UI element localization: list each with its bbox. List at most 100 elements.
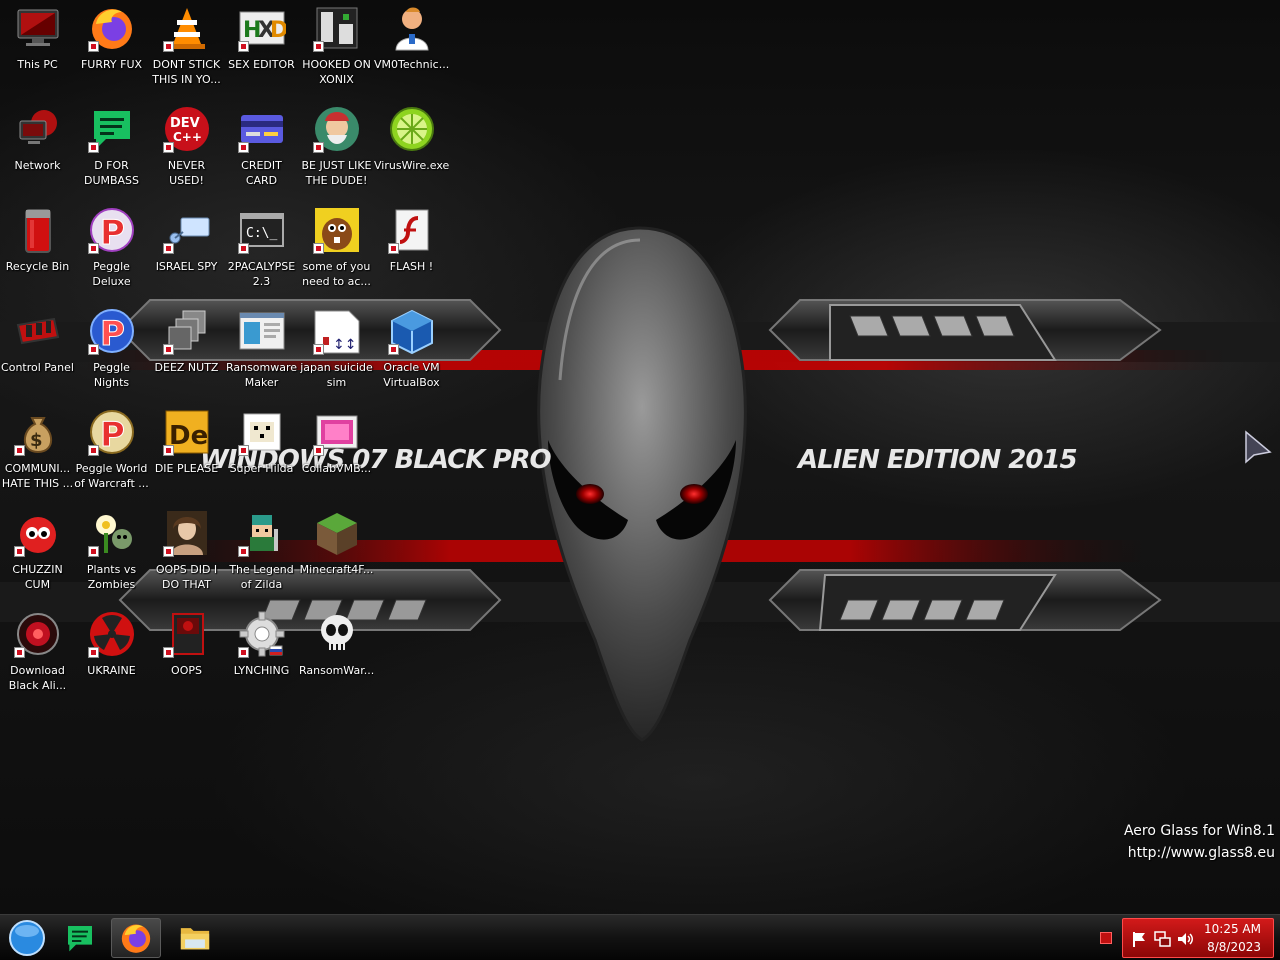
recycle-bin-icon [14,206,62,254]
desktop-icon-label: LYNCHING [233,664,290,677]
portrait-painting-icon [162,509,211,557]
desktop-icon-japan-suicide-sim[interactable]: ↕↕ japan suicide sim [299,303,374,403]
desktop-icon-deez-nutz[interactable]: DEEZ NUTZ [149,303,224,403]
desktop-icon-minecraft[interactable]: Minecraft4F... [299,505,374,605]
vlc-cone-icon [162,4,211,52]
desktop-icon-recycle-bin[interactable]: Recycle Bin [0,202,75,302]
folder-icon [180,928,210,950]
desktop-icon-oracle-vm-virtualbox[interactable]: Oracle VM VirtualBox [374,303,449,403]
desktop-icon-oops-did-i-do-that[interactable]: OOPS DID I DO THAT [149,505,224,605]
shortcut-arrow-icon [87,546,99,557]
desktop-icon-label: UKRAINE [87,664,136,677]
desktop-icon-be-just-like-the-dude[interactable]: BE JUST LIKE THE DUDE! [299,101,374,201]
desktop-icon-label: CREDIT CARD CHECKER [241,159,282,187]
desktop-icon-label: The Legend of Zilda [229,563,294,591]
shortcut-arrow-icon [162,344,174,355]
desktop-icon-ukraine[interactable]: UKRAINE [74,606,149,706]
doctor-person-icon [388,4,436,52]
clock-time[interactable]: 10:25 AM [1181,922,1261,936]
desktop-icon-label: BE JUST LIKE THE DUDE! [301,159,372,187]
desktop-icon-some-of-you[interactable]: some of you need to ac... [299,202,374,302]
desktop-icon-label: Network [14,159,61,172]
svg-text:C:\_: C:\_ [246,226,277,241]
shortcut-arrow-icon [162,41,174,52]
desktop-icon-label: Ransomware Maker Build... [225,361,298,389]
flag-icon[interactable] [1130,930,1148,948]
desktop-icon-flash[interactable]: FLASH ! [374,202,449,302]
desktop-icon-credit-card-checker[interactable]: CREDIT CARD CHECKER [224,101,299,201]
console-window-icon: C:\_ [237,206,286,254]
shortcut-arrow-icon [162,243,174,254]
desktop-icon-oops[interactable]: OOPS [149,606,224,706]
desktop-icon-plants-vs-zombies[interactable]: Plants vs Zombies [74,505,149,605]
desktop-icon-label: D FOR DUMBASS [83,159,140,187]
desktop-icon-label: FLASH ! [389,260,434,273]
desktop-icon-label: Plants vs Zombies [86,563,137,591]
network-icon [14,105,62,153]
desktop-icon-super-hilda[interactable]: Super Hilda [224,404,299,504]
beaver-character-icon [312,206,361,254]
desktop-icon-network[interactable]: Network [0,101,75,201]
desktop-icon-peggle-nights[interactable]: P Peggle Nights Deluxe [74,303,149,403]
shortcut-arrow-icon [237,243,249,254]
shortcut-arrow-icon [87,243,99,254]
taskbar-chat-app[interactable] [55,918,105,958]
clock-date[interactable]: 8/8/2023 [1181,940,1261,954]
desktop-icon-ransomware-maker[interactable]: Ransomware Maker Build... [224,303,299,403]
desktop[interactable]: WINDOWS 07 BLACK PRO ALIEN EDITION 2015 … [0,0,1280,914]
desktop-icon-this-pc[interactable]: This PC [0,0,75,100]
document-arrows-icon: ↕↕ [312,307,361,355]
desktop-icon-die-please[interactable]: De DIE PLEASE [149,404,224,504]
desktop-icon-peggle-deluxe[interactable]: P Peggle Deluxe [74,202,149,302]
desktop-icon-vm0technic[interactable]: VM0Technic... [374,0,449,100]
shortcut-arrow-icon [87,142,99,153]
desktop-icon-furry-fux[interactable]: FURRY FUX [74,0,149,100]
desktop-icon-label: VirusWire.exe [374,159,449,172]
desktop-icon-hooked-on-xonix[interactable]: HOOKED ON XONIX [299,0,374,100]
shortcut-arrow-icon [87,41,99,52]
desktop-icon-label: Peggle Deluxe [92,260,131,288]
desktop-icon-collabvm[interactable]: CollabVMB... [299,404,374,504]
tray-notification-indicator[interactable] [1100,932,1112,944]
control-panel-icon [14,307,62,355]
shortcut-arrow-icon [237,142,249,153]
desktop-icon-label: Minecraft4F... [299,563,374,576]
shortcut-arrow-icon [162,647,174,658]
shortcut-arrow-icon [237,546,249,557]
desktop-icon-dont-stick[interactable]: DONT STICK THIS IN YO... [149,0,224,100]
money-bag-icon: $ [13,408,62,456]
red-book-icon [162,610,211,658]
desktop-icon-d-for-dumbass[interactable]: D FOR DUMBASS [74,101,149,201]
skull-icon [313,610,361,658]
desktop-icon-ransomwar[interactable]: RansomWar... [299,606,374,706]
desktop-icon-control-panel[interactable]: Control Panel [0,303,75,403]
gear-hands-icon [237,610,286,658]
start-orb-icon [9,920,45,956]
taskbar-file-explorer[interactable] [170,918,220,958]
desktop-icon-sex-editor[interactable]: HXD SEX EDITOR [224,0,299,100]
desktop-icon-label: Control Panel [1,361,74,374]
desktop-icon-label: FURRY FUX [80,58,143,71]
desktop-icon-viruswire[interactable]: VirusWire.exe [374,101,449,201]
system-tray: 10:25 AM 8/8/2023 [1122,918,1274,958]
shortcut-arrow-icon [13,647,25,658]
desktop-icon-label: OOPS [171,664,202,677]
desktop-icon-label: VM0Technic... [374,58,449,71]
desktop-icon-download-black-alien[interactable]: Download Black Ali... [0,606,75,706]
desktop-icon-never-used[interactable]: DEV C++ NEVER USED! [149,101,224,201]
desktop-icon-communi[interactable]: $ COMMUNI... HATE THIS ... [0,404,75,504]
green-chat-icon [87,105,136,153]
desktop-icon-chuzzin-cum[interactable]: CHUZZIN CUM [0,505,75,605]
network-icon[interactable] [1153,930,1171,948]
shortcut-arrow-icon [237,41,249,52]
desktop-icon-label: some of you need to ac... [302,260,371,288]
svg-text:D: D [270,18,286,43]
desktop-icon-legend-of-zilda[interactable]: The Legend of Zilda [224,505,299,605]
desktop-icon-israel-spy[interactable]: ISRAEL SPY [149,202,224,302]
start-button[interactable] [2,918,52,958]
desktop-icon-2pacalypse[interactable]: C:\_ 2PACALYPSE 2.3 [224,202,299,302]
desktop-icon-peggle-world-of-warcraft[interactable]: P Peggle World of Warcraft ... [74,404,149,504]
chuzzle-icon [13,509,62,557]
desktop-icon-lynching[interactable]: LYNCHING [224,606,299,706]
taskbar-firefox[interactable] [111,918,161,958]
